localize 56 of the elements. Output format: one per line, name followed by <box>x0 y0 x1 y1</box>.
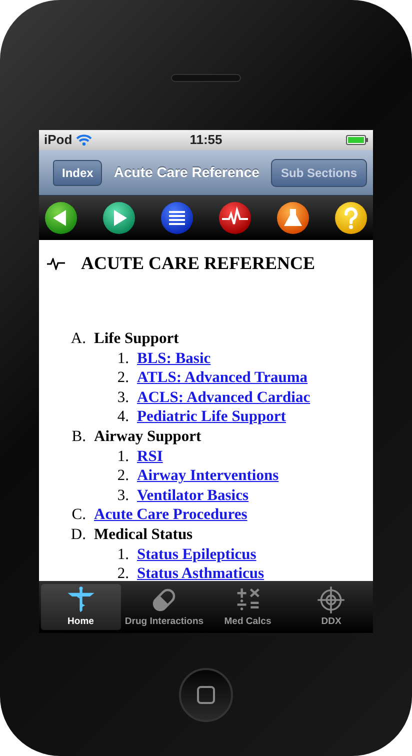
toolbar-heartbeat-button[interactable] <box>218 201 252 235</box>
section-link[interactable]: Acute Care Procedures <box>94 505 248 525</box>
tab-item[interactable]: Home <box>41 584 120 630</box>
flask-icon <box>276 201 310 235</box>
section-title: Medical Status <box>94 524 193 545</box>
topic-link[interactable]: RSI <box>137 446 163 466</box>
tab-label: Drug Interactions <box>124 614 204 629</box>
section-title: Airway Support <box>94 426 202 447</box>
list-marker: B. <box>70 426 86 447</box>
toolbar-question-button[interactable] <box>334 201 368 235</box>
list-marker: 3. <box>116 486 129 506</box>
tab-label: Home <box>68 614 94 629</box>
section-title: Life Support <box>94 329 179 349</box>
home-square-icon <box>197 686 215 704</box>
back-button[interactable]: Index <box>53 160 102 186</box>
toolbar-list-button[interactable] <box>160 201 194 235</box>
toolbar-back-arrow-button[interactable] <box>44 201 78 235</box>
status-time: 11:55 <box>190 131 222 150</box>
home-button[interactable] <box>179 668 233 722</box>
list-marker: 2. <box>116 466 129 486</box>
waveform-icon <box>47 258 65 270</box>
tab-label: Med Calcs <box>224 614 272 629</box>
nav-title: Acute Care Reference <box>114 163 260 182</box>
toolbar-flask-button[interactable] <box>276 201 310 235</box>
list-marker: 1. <box>116 544 129 564</box>
list-marker: 1. <box>116 446 129 466</box>
crosshair-icon <box>315 584 348 615</box>
wifi-icon <box>76 134 92 146</box>
topic-link[interactable]: Airway Interventions <box>137 466 279 486</box>
question-icon <box>334 201 368 235</box>
list-icon <box>160 201 194 235</box>
speaker-slot <box>171 74 241 82</box>
tab-item[interactable]: Med Calcs <box>208 584 288 630</box>
list-marker: C. <box>70 505 86 525</box>
list-marker: 3. <box>116 388 129 408</box>
topic-link[interactable]: Status Asthmaticus <box>137 564 264 581</box>
list-marker: 2. <box>116 564 129 581</box>
page-heading: ACUTE CARE REFERENCE <box>81 252 316 275</box>
list-marker: 1. <box>116 348 129 368</box>
carrier-label: iPod <box>44 131 72 150</box>
tab-item[interactable]: Drug Interactions <box>124 584 204 630</box>
list-marker: 4. <box>116 407 129 427</box>
topic-link[interactable]: ACLS: Advanced Cardiac <box>137 388 310 408</box>
tab-label: DDX <box>321 614 342 629</box>
list-marker: D. <box>70 524 86 545</box>
topic-link[interactable]: ATLS: Advanced Trauma <box>137 368 308 388</box>
heartbeat-icon <box>218 201 252 235</box>
toolbar-forward-arrow-button[interactable] <box>102 201 136 235</box>
topic-link[interactable]: Ventilator Basics <box>137 486 249 506</box>
tab-item[interactable]: DDX <box>292 584 371 630</box>
list-marker: 2. <box>116 368 129 388</box>
topic-link[interactable]: BLS: Basic <box>137 348 211 368</box>
battery-icon <box>346 135 368 145</box>
list-marker: A. <box>70 329 86 349</box>
topic-link[interactable]: Status Epilepticus <box>137 544 256 564</box>
topic-link[interactable]: Pediatric Life Support <box>137 407 286 427</box>
